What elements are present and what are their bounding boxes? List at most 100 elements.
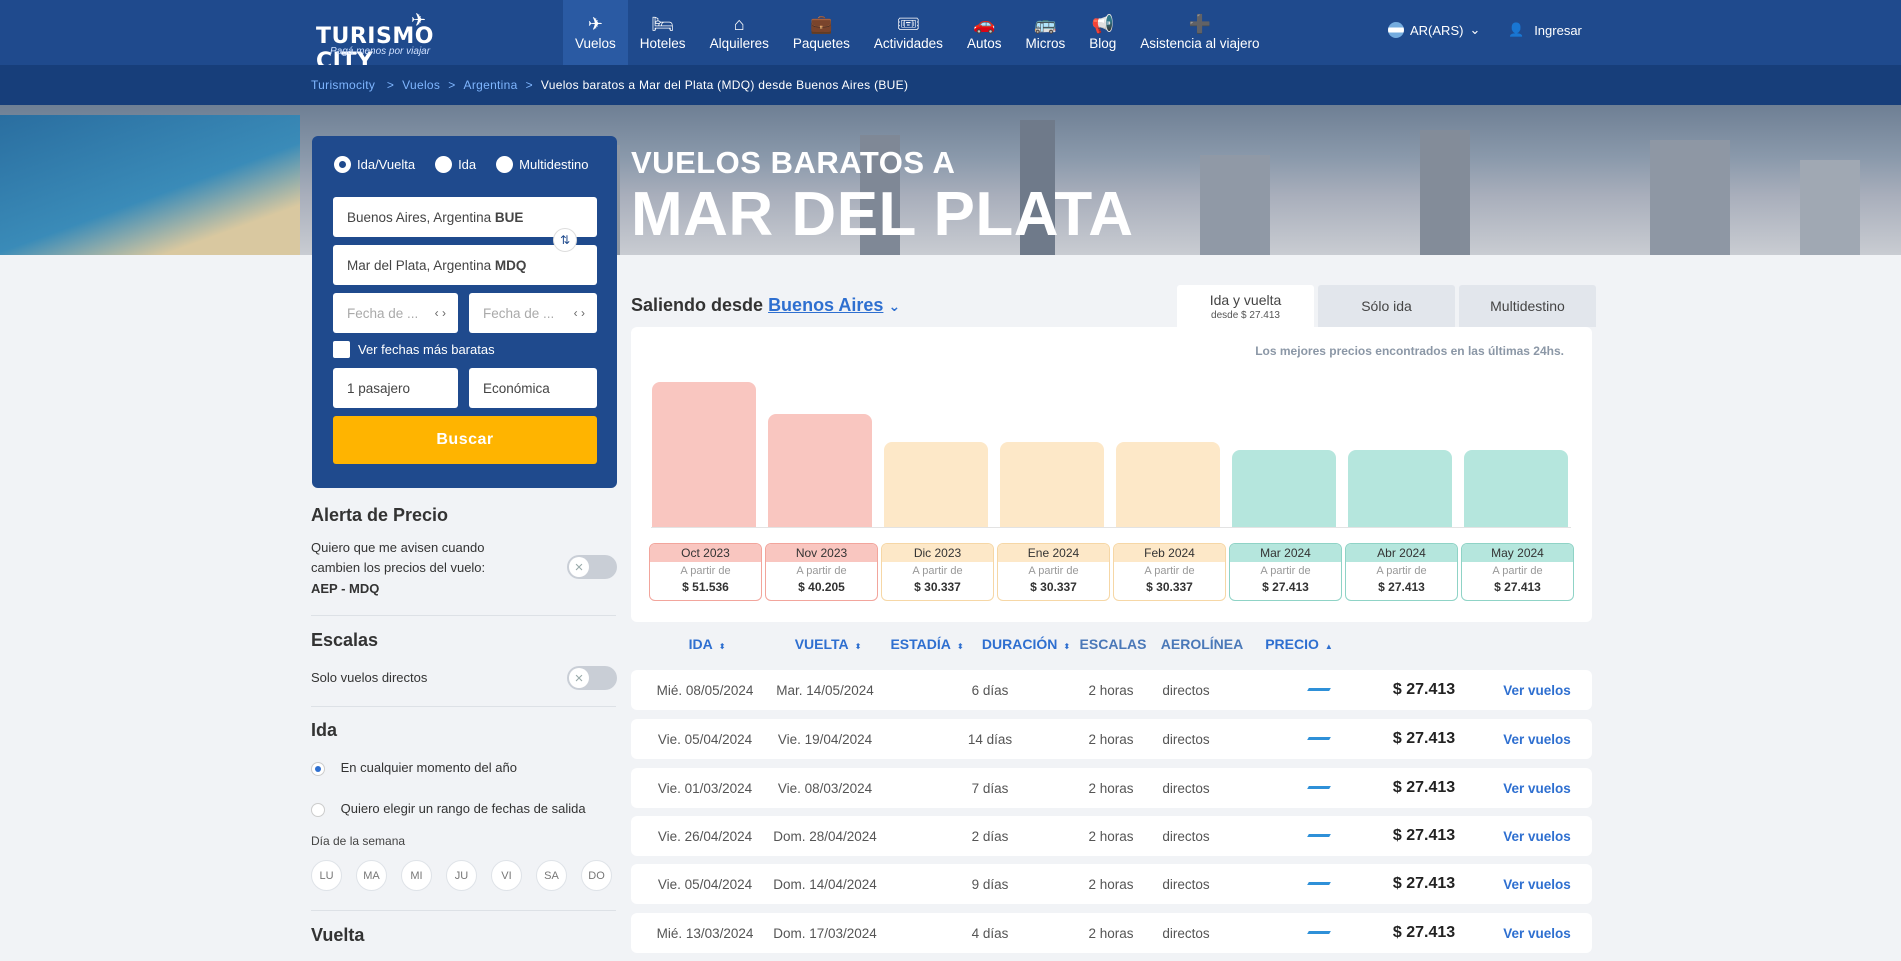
checkbox-box[interactable]	[333, 341, 350, 358]
weekday-ju[interactable]: JU	[446, 860, 477, 891]
month-price-card[interactable]: Nov 2023 A partir de $ 40.205	[765, 543, 878, 601]
price-bar[interactable]	[1464, 449, 1568, 527]
radio-multidestination[interactable]	[496, 156, 514, 173]
nav-asistencia[interactable]: ➕ Asistencia al viajero	[1128, 0, 1271, 65]
price-bar[interactable]	[1232, 449, 1336, 527]
month-price-card[interactable]: Mar 2024 A partir de $ 27.413	[1229, 543, 1342, 601]
radio-date-range[interactable]	[311, 802, 325, 817]
weekday-vi[interactable]: VI	[491, 860, 522, 891]
tab-multidestination[interactable]: Multidestino	[1459, 285, 1596, 327]
leaving-prefix: Saliendo desde	[631, 295, 764, 315]
ver-vuelos-link[interactable]: Ver vuelos	[1503, 719, 1571, 759]
breadcrumb-turismocity[interactable]: Turismocity	[311, 78, 375, 92]
radio-anytime[interactable]	[311, 761, 325, 776]
sidebar-divider	[311, 615, 616, 616]
date-arrows-icon[interactable]: ‹ ›	[574, 306, 585, 320]
table-row: Vie. 05/04/2024 Dom. 14/04/2024 9 días 2 ho…	[631, 864, 1592, 904]
leaving-city-dropdown[interactable]: Buenos Aires	[768, 295, 883, 315]
price-alert-toggle[interactable]	[567, 555, 617, 579]
month-label: Ene 2024	[998, 544, 1109, 562]
nav-alquileres[interactable]: ⌂ Alquileres	[698, 0, 781, 65]
weekday-lu[interactable]: LU	[311, 860, 342, 891]
price-bar[interactable]	[1116, 441, 1220, 527]
column-header-precio[interactable]: PRECIO ▲	[1265, 636, 1333, 652]
breadcrumb-vuelos[interactable]: Vuelos	[402, 78, 440, 92]
price-bar[interactable]	[652, 382, 756, 527]
outbound-option-range[interactable]: Quiero elegir un rango de fechas de sali…	[311, 799, 616, 819]
swap-cities-icon[interactable]: ⇅	[553, 228, 577, 252]
outbound-option-anytime[interactable]: En cualquier momento del año	[311, 758, 616, 778]
price-bar[interactable]	[1000, 441, 1104, 527]
date-arrows-icon[interactable]: ‹ ›	[435, 306, 446, 320]
weekday-do[interactable]: DO	[581, 860, 612, 891]
nav-actividades[interactable]: 🎟 Actividades	[862, 0, 955, 65]
chevron-down-icon[interactable]: ⌄	[888, 298, 900, 314]
month-price-card[interactable]: Oct 2023 A partir de $ 51.536	[649, 543, 762, 601]
month-price: $ 27.413	[1494, 580, 1541, 594]
breadcrumb-separator: >	[525, 78, 533, 92]
column-header-vuelta[interactable]: VUELTA ⬍	[795, 636, 862, 652]
nav-label: Blog	[1089, 35, 1117, 51]
hero-title: MAR DEL PLATA	[631, 180, 1134, 249]
weekday-sa[interactable]: SA	[536, 860, 567, 891]
nav-hoteles[interactable]: 🛏 Hoteles	[628, 0, 698, 65]
sort-icon: ⬍	[718, 642, 726, 651]
hero-building	[1200, 155, 1270, 255]
ver-vuelos-link[interactable]: Ver vuelos	[1503, 768, 1571, 808]
turismocity-logo[interactable]: TURISMO CITY ✈ Pagá menos por viajar	[316, 10, 456, 74]
weekday-ma[interactable]: MA	[356, 860, 387, 891]
argentina-flag-icon	[1388, 22, 1404, 38]
month-price-card[interactable]: Dic 2023 A partir de $ 30.337	[881, 543, 994, 601]
origin-code: BUE	[494, 209, 524, 225]
month-price-card[interactable]: Abr 2024 A partir de $ 27.413	[1345, 543, 1458, 601]
nav-micros[interactable]: 🚌 Micros	[1013, 0, 1077, 65]
login-link[interactable]: 👤 Ingresar	[1508, 22, 1582, 38]
breadcrumb-current: Vuelos baratos a Mar del Plata (MDQ) des…	[540, 78, 909, 92]
breadcrumb-argentina[interactable]: Argentina	[464, 78, 518, 92]
nav-paquetes[interactable]: 💼 Paquetes	[781, 0, 862, 65]
weekday-mi[interactable]: MI	[401, 860, 432, 891]
ver-vuelos-link[interactable]: Ver vuelos	[1503, 864, 1571, 904]
price-bar[interactable]	[1348, 449, 1452, 527]
ver-vuelos-link[interactable]: Ver vuelos	[1503, 913, 1571, 953]
cell-vuelta: Dom. 14/04/2024	[773, 876, 877, 892]
tab-oneway[interactable]: Sólo ida	[1318, 285, 1455, 327]
month-price-card[interactable]: Ene 2024 A partir de $ 30.337	[997, 543, 1110, 601]
cabin-field[interactable]: Económica	[469, 368, 597, 408]
cheapest-dates-checkbox[interactable]: Ver fechas más baratas	[333, 341, 495, 358]
ver-vuelos-link[interactable]: Ver vuelos	[1503, 670, 1571, 710]
flight-search-form: Ida/Vuelta Ida Multidestino Buenos Aires…	[312, 136, 617, 488]
search-button[interactable]: Buscar	[333, 416, 597, 464]
price-bar[interactable]	[884, 441, 988, 527]
month-price-card[interactable]: Feb 2024 A partir de $ 30.337	[1113, 543, 1226, 601]
radio-oneway-label: Ida	[458, 157, 477, 172]
radio-roundtrip[interactable]	[334, 156, 351, 173]
column-label: IDA	[688, 636, 713, 652]
return-date-field[interactable]: Fecha de ... ‹ ›	[469, 293, 597, 333]
nav-vuelos[interactable]: ✈ Vuelos	[563, 0, 628, 65]
results-table-header: IDA ⬍ VUELTA ⬍ ESTADÍA ⬍ DURACIÓN ⬍ ESCALAS AEROL…	[631, 636, 1592, 656]
departure-date-field[interactable]: Fecha de ... ‹ ›	[333, 293, 458, 333]
column-header-ida[interactable]: IDA ⬍	[689, 636, 726, 652]
sort-icon: ⬍	[854, 642, 862, 651]
sidebar-divider	[311, 706, 616, 707]
cell-duracion: 2 horas	[1088, 876, 1134, 892]
airline-logo-icon	[1308, 784, 1330, 792]
tab-label: Sólo ida	[1361, 298, 1412, 314]
nav-blog[interactable]: 📢 Blog	[1077, 0, 1128, 65]
column-header-duracion[interactable]: DURACIÓN ⬍	[982, 636, 1070, 652]
column-header-estadia[interactable]: ESTADÍA ⬍	[890, 636, 963, 652]
sort-icon: ⬍	[1063, 642, 1071, 651]
radio-oneway[interactable]	[435, 156, 453, 173]
currency-selector[interactable]: AR(ARS) ⌄	[1388, 22, 1480, 38]
cell-precio: $ 27.413	[1392, 730, 1456, 747]
price-bar[interactable]	[768, 413, 872, 527]
tab-roundtrip[interactable]: Ida y vuelta desde $ 27.413	[1177, 285, 1314, 327]
passengers-field[interactable]: 1 pasajero	[333, 368, 458, 408]
destination-field[interactable]: Mar del Plata, Argentina MDQ	[333, 245, 597, 285]
direct-flights-toggle[interactable]	[567, 666, 617, 690]
bed-icon: 🛏	[651, 13, 675, 34]
month-price-card[interactable]: May 2024 A partir de $ 27.413	[1461, 543, 1574, 601]
ver-vuelos-link[interactable]: Ver vuelos	[1503, 816, 1571, 856]
nav-autos[interactable]: 🚗 Autos	[955, 0, 1014, 65]
